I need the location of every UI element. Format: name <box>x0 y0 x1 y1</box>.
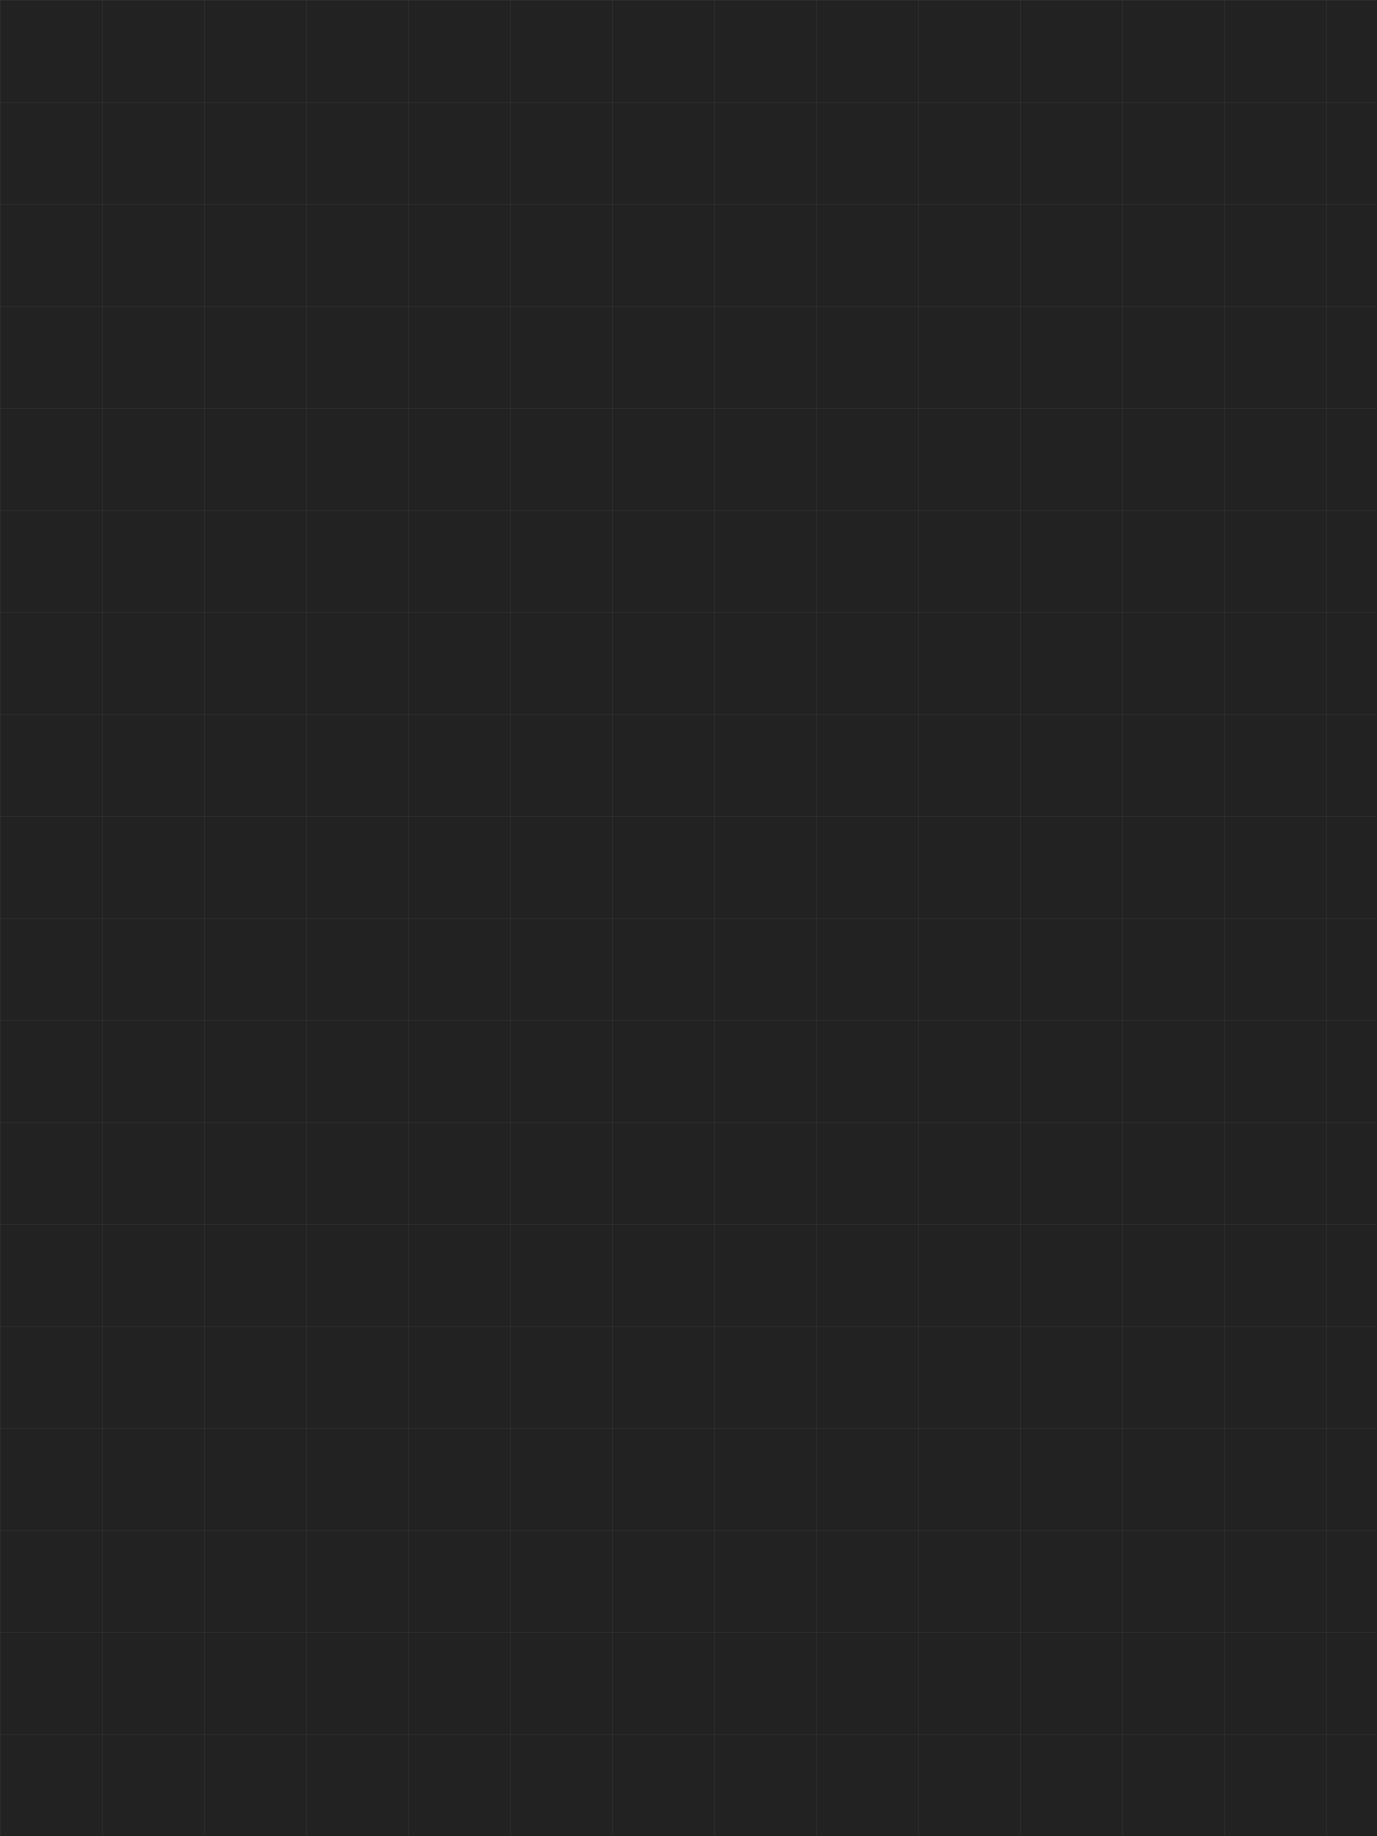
comfyui-node-graph-canvas[interactable] <box>0 0 1377 1836</box>
nodes-layer <box>0 0 1377 1836</box>
